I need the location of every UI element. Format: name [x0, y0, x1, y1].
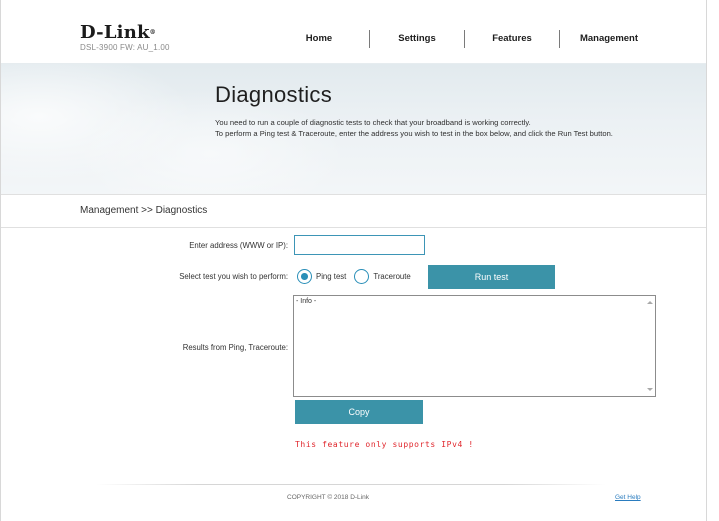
test-select-label: Select test you wish to perform: — [179, 272, 288, 281]
scroll-down-arrow-icon[interactable] — [647, 388, 653, 391]
traceroute-label[interactable]: Traceroute — [373, 272, 410, 281]
address-input[interactable] — [294, 235, 425, 255]
scroll-up-arrow-icon[interactable] — [647, 301, 653, 304]
page-description: You need to run a couple of diagnostic t… — [215, 118, 613, 138]
model-firmware: DSL-3900 FW: AU_1.00 — [80, 43, 170, 52]
dlink-logo[interactable]: D-Link® DSL-3900 FW: AU_1.00 — [80, 22, 170, 53]
nav-settings[interactable]: Settings — [370, 29, 464, 51]
nav-home[interactable]: Home — [269, 29, 369, 51]
copy-button[interactable]: Copy — [295, 400, 423, 424]
results-textarea[interactable]: - Info - — [293, 295, 656, 397]
page-title: Diagnostics — [215, 82, 333, 107]
page-banner: Diagnostics You need to run a couple of … — [1, 63, 706, 195]
test-radio-group: Ping test Traceroute — [297, 267, 419, 286]
page-frame: D-Link® DSL-3900 FW: AU_1.00 Home Settin… — [0, 0, 707, 521]
address-label: Enter address (WWW or IP): — [189, 241, 288, 250]
traceroute-radio[interactable] — [354, 269, 370, 284]
results-label: Results from Ping, Traceroute: — [182, 343, 288, 352]
breadcrumb-bar: Management >> Diagnostics — [1, 194, 706, 228]
ping-test-label[interactable]: Ping test — [316, 272, 346, 281]
ping-test-radio[interactable] — [297, 269, 312, 284]
nav-features[interactable]: Features — [465, 29, 559, 51]
ipv4-warning: This feature only supports IPv4 ! — [295, 440, 474, 449]
results-text: - Info - — [296, 298, 317, 305]
footer-divider — [96, 484, 606, 485]
header: D-Link® DSL-3900 FW: AU_1.00 Home Settin… — [1, 0, 706, 63]
results-scrollbar[interactable] — [645, 296, 655, 396]
brand-name: D-Link® — [80, 22, 156, 43]
run-test-button[interactable]: Run test — [428, 265, 555, 289]
breadcrumb: Management >> Diagnostics — [80, 205, 208, 216]
top-nav: Home Settings Features Management — [269, 29, 658, 51]
get-help-link[interactable]: Get Help — [615, 494, 641, 501]
nav-management[interactable]: Management — [560, 29, 658, 51]
copyright-text: COPYRIGHT © 2018 D-Link — [287, 494, 369, 501]
